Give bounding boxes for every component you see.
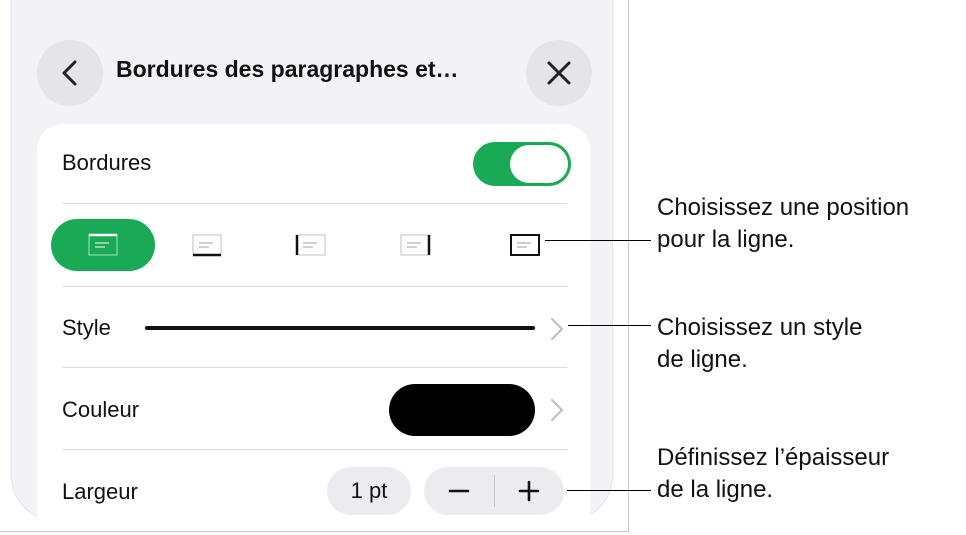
callout-leader-width (567, 490, 651, 491)
border-position-right[interactable] (363, 219, 467, 271)
border-left-icon (295, 234, 326, 256)
chevron-right-icon[interactable] (549, 397, 565, 423)
width-value[interactable]: 1 pt (327, 467, 411, 515)
width-label: Largeur (62, 479, 138, 504)
color-swatch[interactable] (389, 384, 535, 436)
style-line-preview[interactable] (145, 326, 535, 330)
callout-style: Choisissez un style de ligne. (657, 314, 863, 373)
border-position-bottom[interactable] (155, 219, 259, 271)
divider (62, 203, 567, 204)
close-icon (547, 61, 571, 85)
toggle-knob (510, 145, 568, 183)
settings-card: Bordures Style Couleur Largeur 1 pt (37, 124, 590, 531)
increase-width-button[interactable] (494, 467, 564, 515)
width-stepper (424, 467, 564, 515)
plus-icon (518, 480, 540, 502)
callout-leader-position (545, 240, 651, 241)
decrease-width-button[interactable] (424, 467, 494, 515)
callout-leader-style (568, 325, 651, 326)
style-label: Style (62, 315, 111, 340)
divider (62, 367, 567, 368)
minus-icon (448, 489, 470, 493)
border-position-left[interactable] (259, 219, 363, 271)
chevron-right-icon[interactable] (549, 316, 565, 342)
border-right-icon (400, 234, 431, 256)
divider (62, 286, 567, 287)
border-position-top[interactable] (51, 219, 155, 271)
divider (62, 449, 567, 450)
borders-label: Bordures (62, 150, 152, 175)
screenshot-frame: Bordures des paragraphes et… Bordures St… (0, 0, 629, 532)
back-button[interactable] (37, 40, 103, 106)
color-label: Couleur (62, 397, 140, 422)
callout-width: Définissez l’épaisseur de la ligne. (657, 444, 890, 503)
chevron-left-icon (62, 60, 77, 86)
border-bottom-icon (192, 234, 222, 257)
panel-title: Bordures des paragraphes et… (116, 56, 459, 82)
callout-position: Choisissez une position pour la ligne. (657, 194, 910, 253)
close-button[interactable] (526, 40, 592, 106)
border-position-box[interactable] (473, 219, 577, 271)
border-box-icon (510, 234, 540, 256)
borders-toggle[interactable] (473, 142, 571, 186)
border-top-icon (88, 233, 118, 256)
